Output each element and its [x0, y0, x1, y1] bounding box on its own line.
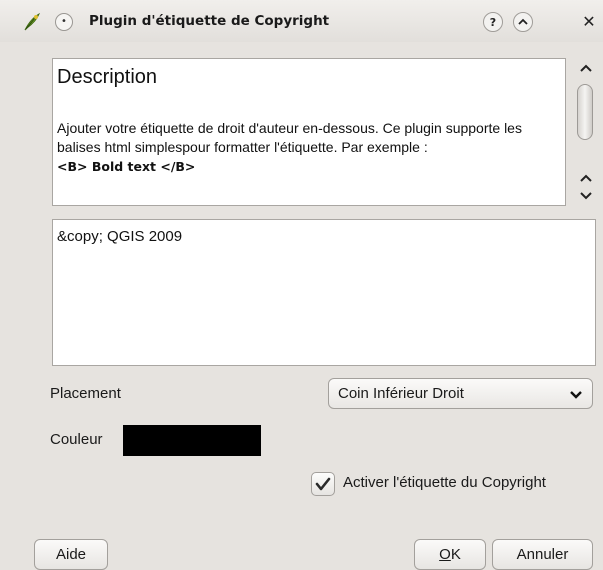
description-scrollbar[interactable] [571, 58, 601, 208]
chevron-down-icon [570, 391, 582, 399]
ok-mnemonic: O [439, 546, 451, 563]
description-example: <B> Bold text </B> [57, 159, 196, 174]
ok-button[interactable]: OK [414, 539, 486, 570]
qgis-plugin-icon [24, 12, 40, 31]
cancel-button[interactable]: Annuler [492, 539, 593, 570]
description-heading: Description [57, 66, 158, 88]
colour-picker-button[interactable] [123, 425, 261, 456]
scroll-down-icon[interactable] [571, 186, 601, 206]
chevron-up-icon[interactable] [513, 12, 533, 32]
scroll-up-icon[interactable] [571, 168, 601, 188]
pin-dot-icon[interactable]: • [55, 13, 73, 31]
title-bar: • Plugin d'étiquette de Copyright ? ✕ [0, 0, 603, 42]
enable-copyright-label[interactable]: Activer l'étiquette du Copyright [343, 474, 546, 491]
window-title: Plugin d'étiquette de Copyright [89, 13, 330, 29]
placement-selected-value: Coin Inférieur Droit [338, 385, 464, 402]
ok-label-rest: K [450, 546, 461, 563]
placement-label: Placement [50, 385, 121, 402]
copyright-text-input[interactable]: &copy; QGIS 2009 [52, 219, 596, 366]
help-button[interactable]: Aide [34, 539, 108, 570]
checkmark-icon [315, 477, 331, 491]
placement-select[interactable]: Coin Inférieur Droit [328, 378, 593, 409]
scroll-thumb[interactable] [577, 84, 593, 140]
description-panel: Description Ajouter votre étiquette de d… [52, 58, 566, 206]
question-mark-icon[interactable]: ? [483, 12, 503, 32]
close-icon[interactable]: ✕ [578, 11, 600, 33]
scroll-up-icon[interactable] [571, 58, 601, 78]
description-text: Ajouter votre étiquette de droit d'auteu… [57, 120, 522, 155]
colour-label: Couleur [50, 431, 103, 448]
description-body: Ajouter votre étiquette de droit d'auteu… [57, 119, 557, 176]
enable-copyright-checkbox[interactable] [311, 472, 335, 496]
